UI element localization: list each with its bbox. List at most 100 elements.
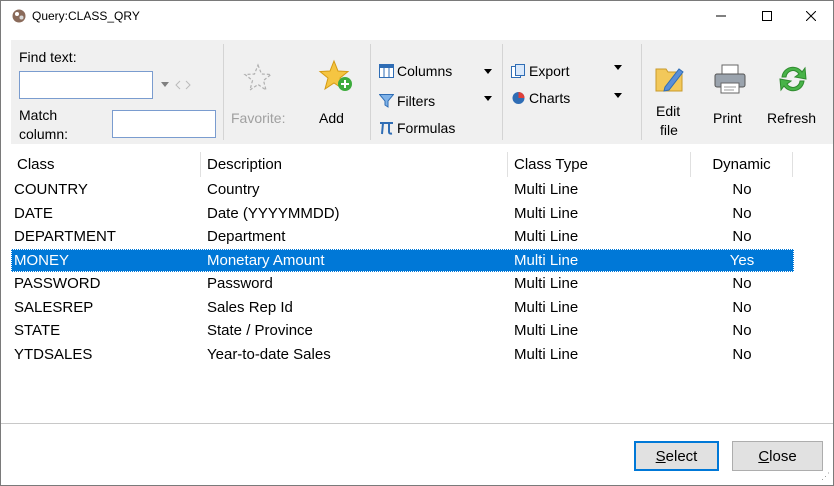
- table-row[interactable]: MONEY Monetary Amount Multi Line Yes: [11, 248, 794, 272]
- separator: [502, 44, 503, 140]
- separator: [370, 44, 371, 140]
- favorites-label[interactable]: Favorite:: [231, 110, 285, 126]
- class-cell: COUNTRY: [14, 181, 88, 198]
- formulas-menu[interactable]: Formulas: [379, 120, 455, 136]
- class-cell: STATE: [14, 322, 61, 339]
- charts-dropdown-arrow[interactable]: [614, 93, 622, 98]
- description-cell: State / Province: [207, 322, 313, 339]
- dynamic-cell: Yes: [729, 251, 755, 269]
- find-nav-icon[interactable]: [160, 79, 192, 91]
- app-icon: [12, 9, 26, 23]
- toolbar: Find text: Match column: Favorite: Add C…: [11, 40, 833, 144]
- minimize-icon: [716, 15, 726, 17]
- charts-menu[interactable]: Charts: [511, 90, 570, 106]
- filters-menu[interactable]: Filters: [379, 93, 435, 109]
- print-button[interactable]: Print: [713, 110, 742, 126]
- class-cell: DATE: [14, 204, 53, 222]
- divider: [1, 423, 833, 424]
- maximize-icon: [762, 11, 772, 21]
- description-cell: Sales Rep Id: [207, 298, 293, 316]
- description-cell: Year-to-date Sales: [207, 345, 331, 363]
- dynamic-cell: No: [732, 322, 752, 339]
- select-button[interactable]: Select: [634, 441, 719, 471]
- columns-label: Columns: [397, 63, 453, 79]
- export-label: Export: [529, 63, 570, 79]
- close-button[interactable]: Close: [732, 441, 823, 471]
- column-header-class-type[interactable]: Class Type: [508, 152, 691, 177]
- class-cell: DEPARTMENT: [14, 228, 116, 245]
- description-cell: Department: [207, 228, 286, 245]
- query-window: Query:CLASS_QRY Find text: Match column:…: [0, 0, 834, 486]
- filters-dropdown-arrow[interactable]: [484, 96, 492, 101]
- class-type-cell: Multi Line: [514, 251, 579, 269]
- dynamic-cell: No: [732, 228, 752, 245]
- formulas-label: Formulas: [397, 120, 456, 136]
- dynamic-cell: No: [732, 204, 752, 222]
- columns-icon: [379, 64, 394, 78]
- dynamic-cell: No: [732, 298, 752, 316]
- column-header-description[interactable]: Description: [201, 152, 508, 177]
- description-cell: Monetary Amount: [207, 251, 325, 269]
- table-row[interactable]: COUNTRY Country Multi Line No: [11, 178, 794, 201]
- favorites-star-icon: [243, 63, 273, 92]
- description-cell: Date (YYYYMMDD): [207, 204, 340, 222]
- select-accel: S: [655, 447, 666, 465]
- grid-header: Class Description Class Type Dynamic: [11, 152, 833, 177]
- separator: [223, 44, 224, 140]
- column-header-dynamic[interactable]: Dynamic: [691, 152, 793, 177]
- close-window-button[interactable]: [789, 1, 833, 31]
- edit-file-label[interactable]: Edit: [656, 103, 680, 119]
- table-row[interactable]: STATE State / Province Multi Line No: [11, 319, 794, 342]
- find-text-label: Find text:: [19, 49, 77, 65]
- match-column-label: Match: [19, 107, 58, 123]
- refresh-button[interactable]: Refresh: [767, 110, 816, 126]
- class-type-cell: Multi Line: [514, 345, 579, 363]
- match-column-label-2: column:: [19, 126, 69, 142]
- table-row[interactable]: DEPARTMENT Department Multi Line No: [11, 225, 794, 248]
- export-dropdown-arrow[interactable]: [614, 65, 622, 70]
- select-label: elect: [665, 447, 698, 465]
- pie-chart-icon: [512, 92, 525, 104]
- table-row[interactable]: PASSWORD Password Multi Line No: [11, 272, 794, 295]
- find-text-input[interactable]: [19, 71, 153, 99]
- filters-label: Filters: [397, 93, 436, 109]
- table-row[interactable]: YTDSALES Year-to-date Sales Multi Line No: [11, 343, 794, 366]
- resize-grip[interactable]: ⋰: [821, 471, 830, 482]
- column-header-class[interactable]: Class: [11, 152, 201, 177]
- export-icon: [511, 64, 525, 78]
- match-column-input[interactable]: [112, 110, 216, 138]
- minimize-button[interactable]: [699, 1, 743, 31]
- description-cell: Password: [207, 275, 273, 292]
- maximize-button[interactable]: [745, 1, 789, 31]
- close-label: lose: [769, 447, 797, 465]
- table-row[interactable]: DATE Date (YYYYMMDD) Multi Line No: [11, 202, 794, 225]
- edit-file-icon: [655, 68, 684, 92]
- close-accel: C: [758, 447, 770, 465]
- class-type-cell: Multi Line: [514, 181, 579, 198]
- class-type-cell: Multi Line: [514, 322, 579, 339]
- window-title: Query:CLASS_QRY: [32, 9, 140, 23]
- add-favorite-button[interactable]: Add: [319, 110, 344, 126]
- description-cell: Country: [207, 181, 260, 198]
- class-type-cell: Multi Line: [514, 204, 579, 222]
- title-bar: Query:CLASS_QRY: [1, 1, 833, 31]
- dynamic-cell: No: [732, 181, 752, 198]
- class-cell: MONEY: [14, 251, 70, 269]
- export-menu[interactable]: Export: [511, 63, 569, 79]
- columns-dropdown-arrow[interactable]: [484, 69, 492, 74]
- dynamic-cell: No: [732, 275, 752, 292]
- separator: [641, 44, 642, 140]
- class-type-cell: Multi Line: [514, 228, 579, 245]
- table-row[interactable]: SALESREP Sales Rep Id Multi Line No: [11, 296, 794, 319]
- close-icon: [806, 11, 816, 21]
- dynamic-cell: No: [732, 345, 752, 363]
- refresh-icon: [779, 66, 807, 92]
- class-type-cell: Multi Line: [514, 298, 579, 316]
- columns-menu[interactable]: Columns: [379, 63, 452, 79]
- add-favorite-icon: [318, 59, 352, 91]
- formula-pi-icon: [380, 122, 393, 135]
- class-cell: SALESREP: [14, 298, 94, 316]
- class-type-cell: Multi Line: [514, 275, 579, 292]
- charts-label: Charts: [529, 90, 571, 106]
- edit-file-label-2[interactable]: file: [660, 122, 678, 138]
